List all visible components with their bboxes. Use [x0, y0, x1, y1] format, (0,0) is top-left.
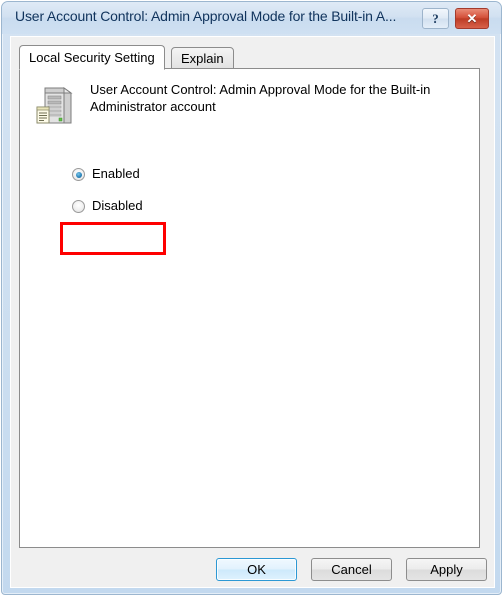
- close-button[interactable]: ✕: [455, 8, 489, 29]
- button-bar: OK Cancel Apply: [11, 558, 496, 588]
- ok-button[interactable]: OK: [216, 558, 297, 581]
- server-policy-icon: [33, 85, 77, 129]
- question-mark-icon: ?: [432, 11, 439, 26]
- radio-label-enabled: Enabled: [92, 166, 140, 181]
- radio-button-icon-enabled[interactable]: [72, 168, 85, 181]
- highlight-annotation-rectangle: [60, 222, 166, 255]
- tab-page-local-security-setting: User Account Control: Admin Approval Mod…: [19, 68, 480, 548]
- cancel-button[interactable]: Cancel: [311, 558, 392, 581]
- dialog-window: User Account Control: Admin Approval Mod…: [1, 1, 502, 595]
- tab-local-security-setting[interactable]: Local Security Setting: [19, 45, 165, 70]
- title-bar[interactable]: User Account Control: Admin Approval Mod…: [2, 2, 501, 34]
- window-title: User Account Control: Admin Approval Mod…: [15, 8, 397, 24]
- radio-label-disabled: Disabled: [92, 198, 143, 213]
- tab-explain[interactable]: Explain: [171, 47, 234, 69]
- apply-button[interactable]: Apply: [406, 558, 487, 581]
- help-icon-button[interactable]: ?: [422, 8, 449, 29]
- client-area: Local Security Setting Explain User Acco…: [10, 36, 495, 588]
- policy-description: User Account Control: Admin Approval Mod…: [90, 82, 431, 114]
- radio-button-icon-disabled[interactable]: [72, 200, 85, 213]
- close-icon: ✕: [466, 11, 478, 26]
